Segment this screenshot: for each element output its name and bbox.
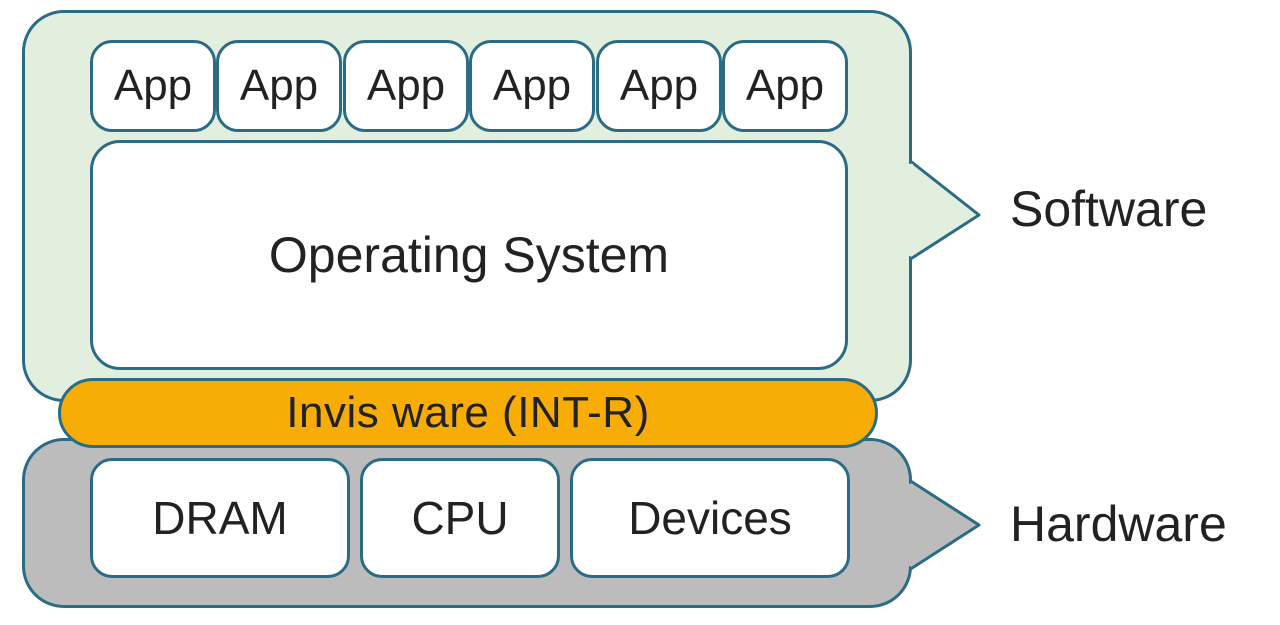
hw-label: DRAM xyxy=(152,491,287,545)
app-label: App xyxy=(114,61,192,111)
app-label: App xyxy=(620,61,698,111)
app-label: App xyxy=(493,61,571,111)
dram-box: DRAM xyxy=(90,458,350,578)
app-label: App xyxy=(746,61,824,111)
hw-label: CPU xyxy=(411,491,508,545)
app-box: App xyxy=(469,40,595,132)
devices-box: Devices xyxy=(570,458,850,578)
invis-ware-label: Invis ware (INT-R) xyxy=(286,388,649,438)
app-box: App xyxy=(343,40,469,132)
app-box: App xyxy=(596,40,722,132)
software-label: Software xyxy=(1010,180,1207,238)
app-label: App xyxy=(240,61,318,111)
diagram-canvas: Invis ware (INT-R) App App App App App A… xyxy=(0,0,1280,625)
hw-label: Devices xyxy=(628,491,792,545)
app-box: App xyxy=(722,40,848,132)
invis-ware-layer: Invis ware (INT-R) xyxy=(58,378,878,448)
cpu-box: CPU xyxy=(360,458,560,578)
app-label: App xyxy=(367,61,445,111)
app-box: App xyxy=(90,40,216,132)
hardware-label: Hardware xyxy=(1010,495,1227,553)
operating-system-label: Operating System xyxy=(269,226,669,284)
app-box: App xyxy=(216,40,342,132)
operating-system-box: Operating System xyxy=(90,140,848,370)
